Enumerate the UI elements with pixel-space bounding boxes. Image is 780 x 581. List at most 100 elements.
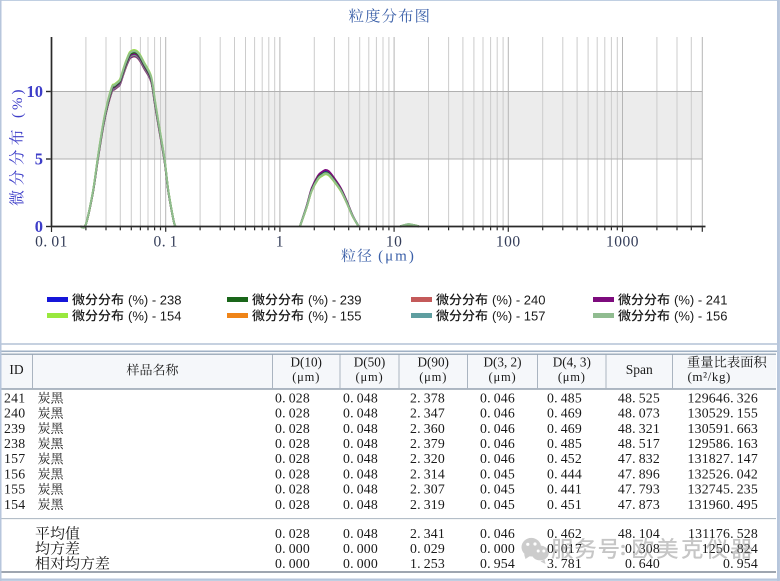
svg-text:129586. 163: 129586. 163 <box>688 436 759 451</box>
svg-text:2. 360: 2. 360 <box>410 421 445 436</box>
svg-text:0. 028: 0. 028 <box>275 390 310 405</box>
svg-text:(μm): (μm) <box>292 370 320 384</box>
svg-text:48. 525: 48. 525 <box>618 390 660 405</box>
svg-text:0. 028: 0. 028 <box>275 497 310 512</box>
svg-text:48. 073: 48. 073 <box>618 406 660 421</box>
svg-text:0. 045: 0. 045 <box>480 482 515 497</box>
svg-text:0. 469: 0. 469 <box>547 406 582 421</box>
svg-text:131176. 528: 131176. 528 <box>688 526 758 541</box>
svg-text:2. 347: 2. 347 <box>410 406 445 421</box>
svg-text:0. 028: 0. 028 <box>275 421 310 436</box>
svg-text:0. 485: 0. 485 <box>547 390 582 405</box>
svg-text:2. 379: 2. 379 <box>410 436 445 451</box>
svg-text:0. 308: 0. 308 <box>625 541 660 556</box>
svg-text:(%) - 239: (%) - 239 <box>308 292 361 307</box>
svg-text:131960. 495: 131960. 495 <box>688 497 759 512</box>
svg-text:0: 0 <box>35 217 43 236</box>
svg-text:47. 832: 47. 832 <box>618 451 660 466</box>
svg-text:D(90): D(90) <box>417 355 449 370</box>
svg-text:0. 046: 0. 046 <box>480 436 515 451</box>
svg-text:2. 319: 2. 319 <box>410 497 445 512</box>
svg-text:0. 000: 0. 000 <box>275 541 310 556</box>
svg-text:47. 896: 47. 896 <box>618 466 660 481</box>
svg-text:1. 253: 1. 253 <box>410 556 445 571</box>
svg-text:2. 341: 2. 341 <box>410 526 445 541</box>
svg-text:0. 048: 0. 048 <box>343 451 378 466</box>
svg-text:(m²/kg): (m²/kg) <box>688 369 731 384</box>
svg-text:100: 100 <box>496 234 521 251</box>
svg-text:10: 10 <box>27 82 44 101</box>
svg-text:(%) - 155: (%) - 155 <box>308 308 361 323</box>
svg-text:0. 048: 0. 048 <box>343 436 378 451</box>
svg-text:(μm): (μm) <box>356 370 384 384</box>
svg-text:0. 000: 0. 000 <box>343 556 378 571</box>
svg-text:0. 028: 0. 028 <box>275 451 310 466</box>
svg-text:0. 028: 0. 028 <box>275 526 310 541</box>
svg-text:0. 452: 0. 452 <box>547 451 582 466</box>
svg-text:0. 451: 0. 451 <box>547 497 582 512</box>
svg-text:(%) - 154: (%) - 154 <box>128 308 181 323</box>
svg-text:D(10): D(10) <box>290 355 322 370</box>
svg-text:(μm): (μm) <box>419 370 447 384</box>
svg-text:0. 046: 0. 046 <box>480 421 515 436</box>
svg-text:(μm): (μm) <box>558 370 586 384</box>
svg-text:(μm): (μm) <box>378 249 416 265</box>
svg-text:0. 028: 0. 028 <box>275 406 310 421</box>
svg-text:D(4, 3): D(4, 3) <box>553 355 591 370</box>
svg-text:241: 241 <box>4 390 25 405</box>
svg-text:157: 157 <box>4 451 25 466</box>
svg-text:D(3, 2): D(3, 2) <box>483 355 521 370</box>
svg-text:0. 045: 0. 045 <box>480 497 515 512</box>
svg-text:240: 240 <box>4 406 25 421</box>
svg-text:(μm): (μm) <box>489 370 517 384</box>
svg-text:0. 469: 0. 469 <box>547 421 582 436</box>
svg-text:0. 028: 0. 028 <box>275 482 310 497</box>
svg-text:(%) - 240: (%) - 240 <box>492 292 545 307</box>
svg-text:1000: 1000 <box>606 234 639 251</box>
svg-text:1: 1 <box>276 234 284 251</box>
svg-text:48. 321: 48. 321 <box>618 421 660 436</box>
svg-text:(%) - 238: (%) - 238 <box>128 292 181 307</box>
svg-text:0. 046: 0. 046 <box>480 390 515 405</box>
svg-text:0. 000: 0. 000 <box>275 556 310 571</box>
svg-text:(%) - 157: (%) - 157 <box>492 308 545 323</box>
svg-text:0. 046: 0. 046 <box>480 451 515 466</box>
svg-text:0. 028: 0. 028 <box>275 436 310 451</box>
svg-text:239: 239 <box>4 421 25 436</box>
svg-text:0. 000: 0. 000 <box>480 541 515 556</box>
svg-text:48. 104: 48. 104 <box>618 526 660 541</box>
svg-text:130529. 155: 130529. 155 <box>688 406 759 421</box>
svg-text:0. 045: 0. 045 <box>480 466 515 481</box>
svg-text:0. 485: 0. 485 <box>547 436 582 451</box>
svg-text:0. 048: 0. 048 <box>343 406 378 421</box>
svg-text:131827. 147: 131827. 147 <box>688 451 759 466</box>
svg-text:48. 517: 48. 517 <box>618 436 660 451</box>
svg-text:0. 954: 0. 954 <box>480 556 515 571</box>
svg-text:0. 029: 0. 029 <box>410 541 445 556</box>
svg-text:0. 000: 0. 000 <box>343 541 378 556</box>
svg-text:47. 793: 47. 793 <box>618 482 660 497</box>
svg-text:0. 046: 0. 046 <box>480 406 515 421</box>
svg-text:238: 238 <box>4 436 25 451</box>
svg-text:129646. 326: 129646. 326 <box>688 390 759 405</box>
svg-text:D(50): D(50) <box>354 355 386 370</box>
svg-text:(%) - 156: (%) - 156 <box>674 308 727 323</box>
svg-text:156: 156 <box>4 466 25 481</box>
svg-text:0. 1: 0. 1 <box>153 234 177 251</box>
svg-text:(%): (%) <box>10 87 26 119</box>
svg-text:0. 444: 0. 444 <box>547 466 582 481</box>
svg-text:0. 441: 0. 441 <box>547 482 582 497</box>
svg-text:0. 046: 0. 046 <box>480 526 515 541</box>
svg-text:0. 048: 0. 048 <box>343 466 378 481</box>
svg-text:2. 314: 2. 314 <box>410 466 445 481</box>
svg-text:Span: Span <box>626 362 653 377</box>
svg-text:47. 873: 47. 873 <box>618 497 660 512</box>
svg-text:0. 028: 0. 028 <box>275 466 310 481</box>
svg-text:0. 048: 0. 048 <box>343 497 378 512</box>
svg-text:5: 5 <box>35 150 43 169</box>
svg-text:154: 154 <box>4 497 25 512</box>
svg-text:0. 048: 0. 048 <box>343 526 378 541</box>
svg-text:0. 048: 0. 048 <box>343 421 378 436</box>
svg-text:ID: ID <box>9 362 23 377</box>
svg-text:0. 048: 0. 048 <box>343 390 378 405</box>
